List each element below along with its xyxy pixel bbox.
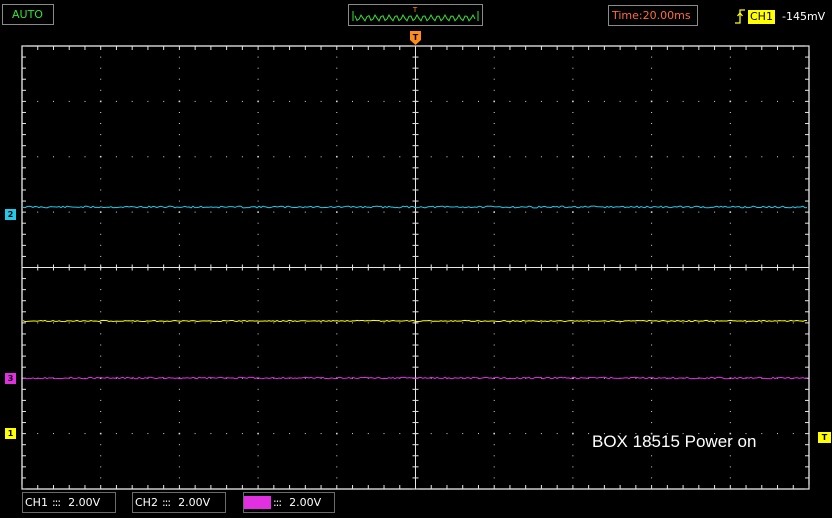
- ch2-coupling-icon: :::: [161, 496, 171, 509]
- ch3-ground-marker[interactable]: 3: [5, 373, 16, 384]
- ch2-scale: 2.00V: [178, 496, 211, 509]
- ch3-name: CH3: [244, 496, 271, 509]
- ch3-scale: 2.00V: [289, 496, 322, 509]
- waveform-caption: BOX 18515 Power on: [592, 432, 757, 451]
- graticule: [21, 45, 810, 490]
- ch2-setting[interactable]: CH2::: 2.00V: [132, 492, 226, 513]
- ch1-scale: 2.00V: [68, 496, 101, 509]
- ch3-setting[interactable]: CH3::: 2.00V: [243, 492, 335, 513]
- ch1-setting[interactable]: CH1::: 2.00V: [22, 492, 116, 513]
- ch1-coupling-icon: :::: [51, 496, 61, 509]
- ch3-marker-label: 3: [7, 374, 14, 383]
- ch1-name: CH1: [25, 496, 48, 509]
- ch1-marker-label: 1: [7, 429, 14, 438]
- ch2-ground-marker[interactable]: 2: [5, 209, 16, 220]
- ch3-coupling-icon: :::: [272, 496, 282, 509]
- top-trigger-label: T: [413, 33, 419, 42]
- top-trigger-marker[interactable]: T: [410, 31, 421, 45]
- ch2-name: CH2: [135, 496, 158, 509]
- trigger-level-marker-label: T: [821, 433, 828, 442]
- trigger-level-marker[interactable]: T: [818, 432, 831, 443]
- ch1-ground-marker[interactable]: 1: [5, 428, 16, 439]
- ch2-marker-label: 2: [7, 210, 14, 219]
